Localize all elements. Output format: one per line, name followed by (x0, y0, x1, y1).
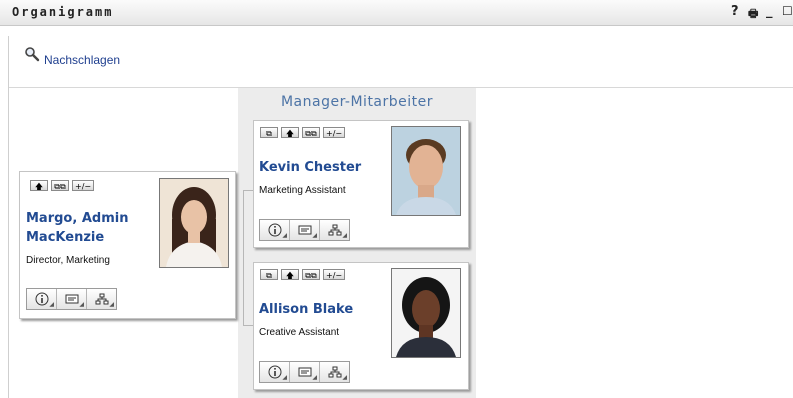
show-team-button[interactable]: ⧉⧉ (302, 127, 320, 138)
show-manager-button[interactable]: ⧉ (260, 269, 278, 280)
email-icon[interactable]: ◢ (290, 362, 320, 382)
up-level-button[interactable]: 🡅 (281, 269, 299, 280)
show-manager-button[interactable]: ⧉ (260, 127, 278, 138)
card-nav-buttons: ⧉ 🡅 ⧉⧉ +/− (260, 127, 346, 138)
person-photo (159, 178, 229, 268)
person-job-title: Creative Assistant (259, 327, 340, 338)
person-job-title: Director, Marketing (26, 255, 110, 266)
help-icon[interactable]: ? (731, 4, 739, 19)
window-title: Organigramm (12, 5, 114, 19)
email-icon[interactable]: ◢ (290, 220, 320, 240)
expand-collapse-button[interactable]: +/− (323, 269, 346, 280)
magnifier-icon[interactable] (24, 46, 40, 62)
person-card-employee: ⧉ 🡅 ⧉⧉ +/− Kevin Chester Marketing Assis… (253, 120, 469, 248)
email-icon[interactable]: ◢ (57, 289, 87, 309)
org-chart-icon[interactable]: ◢ (320, 362, 349, 382)
org-chart-icon[interactable]: ◢ (320, 220, 349, 240)
person-photo (391, 126, 461, 216)
card-nav-buttons: 🡅 ⧉⧉ +/− (30, 180, 95, 191)
show-team-button[interactable]: ⧉⧉ (51, 180, 69, 191)
show-team-button[interactable]: ⧉⧉ (302, 269, 320, 280)
lookup-link[interactable]: Nachschlagen (44, 53, 120, 67)
person-name[interactable]: Kevin Chester (259, 158, 361, 177)
expand-collapse-button[interactable]: +/− (323, 127, 346, 138)
maximize-icon[interactable]: ☐ (782, 4, 793, 18)
connector-line (243, 325, 253, 326)
person-photo (391, 268, 461, 358)
info-icon[interactable]: ◢ (27, 289, 57, 309)
expand-collapse-button[interactable]: +/− (72, 180, 95, 191)
person-job-title: Marketing Assistant (259, 185, 346, 196)
info-icon[interactable]: ◢ (260, 362, 290, 382)
card-action-bar: ◢ ◢ ◢ (259, 361, 350, 383)
manager-employee-header: Manager-Mitarbeiter (280, 94, 434, 110)
person-card-employee: ⧉ 🡅 ⧉⧉ +/− Allison Blake Creative Assist… (253, 262, 469, 390)
person-card-root: 🡅 ⧉⧉ +/− Margo, Admin MacKenzie Director… (19, 171, 236, 319)
org-chart-icon[interactable]: ◢ (87, 289, 116, 309)
print-icon[interactable]: 🖶 (748, 5, 758, 24)
person-name[interactable]: Margo, Admin MacKenzie (26, 209, 146, 247)
up-level-button[interactable]: 🡅 (281, 127, 299, 138)
up-level-button[interactable]: 🡅 (30, 180, 48, 191)
card-action-bar: ◢ ◢ ◢ (26, 288, 117, 310)
minimize-icon[interactable]: _ (766, 4, 773, 19)
info-icon[interactable]: ◢ (260, 220, 290, 240)
card-action-bar: ◢ ◢ ◢ (259, 219, 350, 241)
connector-line (243, 190, 253, 191)
person-name[interactable]: Allison Blake (259, 300, 353, 319)
card-nav-buttons: ⧉ 🡅 ⧉⧉ +/− (260, 269, 346, 280)
window-titlebar: Organigramm ? 🖶 _ ☐ (0, 0, 793, 26)
connector-line (243, 190, 244, 325)
